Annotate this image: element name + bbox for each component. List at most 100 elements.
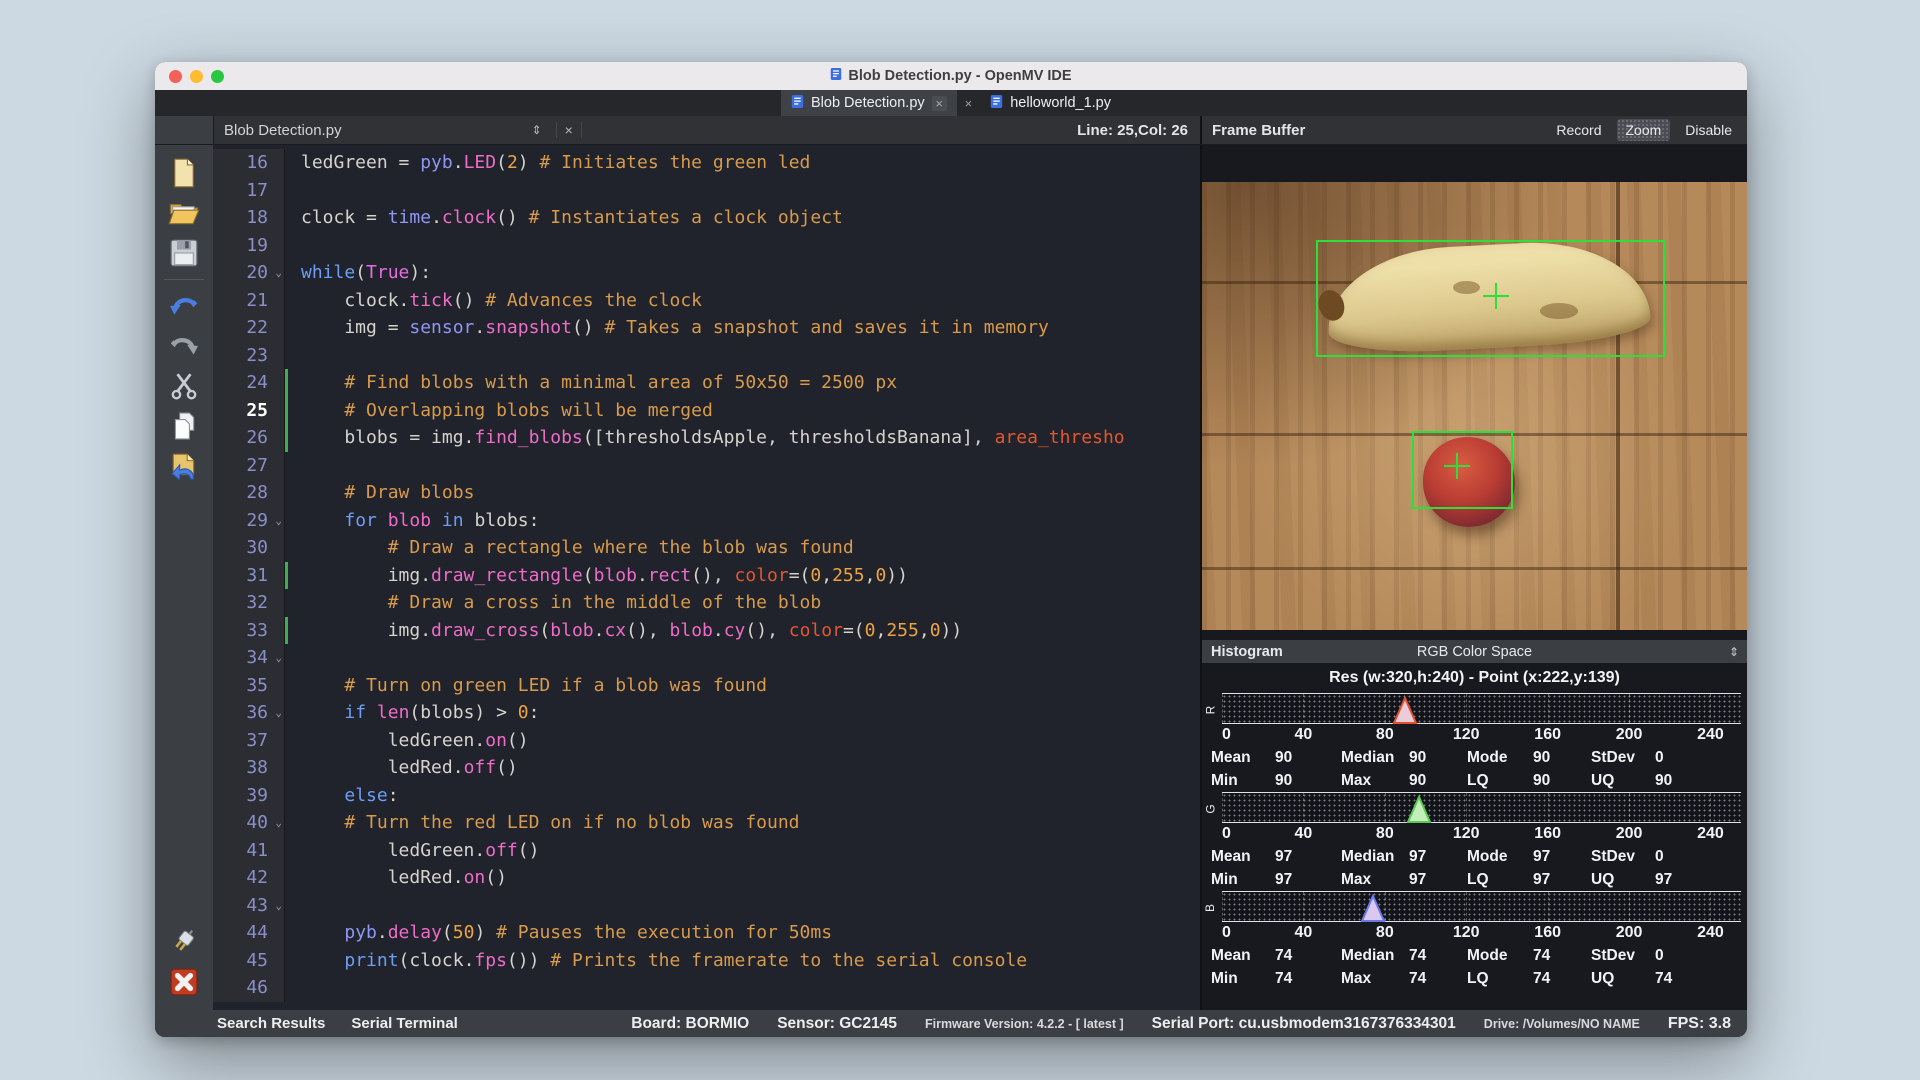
code-line-41[interactable]: 41 ledGreen.off() — [213, 837, 1200, 865]
channel-label: G — [1204, 804, 1218, 813]
statusbar-left: Search Results Serial Terminal — [217, 1015, 458, 1032]
code-line-36[interactable]: 36⌄ if len(blobs) > 0: — [213, 699, 1200, 727]
tab-close-icon[interactable]: × — [957, 90, 981, 116]
redo-icon[interactable] — [167, 329, 201, 363]
code-line-20[interactable]: 20⌄while(True): — [213, 259, 1200, 287]
code-line-19[interactable]: 19 — [213, 232, 1200, 260]
copy-icon[interactable] — [167, 409, 201, 443]
histogram-strip-r[interactable]: R — [1222, 693, 1741, 724]
fold-chevron-icon[interactable]: ⌄ — [275, 809, 282, 837]
disconnect-icon[interactable] — [167, 965, 201, 999]
code-text: clock = time.clock() # Instantiates a cl… — [288, 204, 1200, 232]
histogram-strip-b[interactable]: B — [1222, 891, 1741, 922]
fold-chevron-icon[interactable]: ⌄ — [275, 699, 282, 727]
record-button[interactable]: Record — [1547, 119, 1610, 141]
tab-blob-detection-py[interactable]: Blob Detection.py× — [781, 90, 957, 116]
code-line-22[interactable]: 22 img = sensor.snapshot() # Takes a sna… — [213, 314, 1200, 342]
stat-value: 90 — [1533, 749, 1591, 767]
stat-value: 90 — [1655, 772, 1747, 790]
code-line-46[interactable]: 46 — [213, 974, 1200, 1002]
code-editor[interactable]: 16ledGreen = pyb.LED(2) # Initiates the … — [213, 145, 1200, 1010]
fold-chevron-icon[interactable]: ⌄ — [275, 259, 282, 287]
code-line-33[interactable]: 33 img.draw_cross(blob.cx(), blob.cy(), … — [213, 617, 1200, 645]
code-text: clock.tick() # Advances the clock — [288, 287, 1200, 315]
code-line-45[interactable]: 45 print(clock.fps()) # Prints the frame… — [213, 947, 1200, 975]
gridline — [1629, 793, 1630, 822]
code-line-24[interactable]: 24 # Find blobs with a minimal area of 5… — [213, 369, 1200, 397]
histogram-marker-b[interactable] — [1360, 894, 1386, 922]
gridline — [1222, 793, 1223, 822]
code-line-17[interactable]: 17 — [213, 177, 1200, 205]
code-line-23[interactable]: 23 — [213, 342, 1200, 370]
code-line-37[interactable]: 37 ledGreen.on() — [213, 727, 1200, 755]
tab-helloworld_1-py[interactable]: helloworld_1.py — [980, 90, 1121, 116]
code-line-27[interactable]: 27 — [213, 452, 1200, 480]
code-line-32[interactable]: 32 # Draw a cross in the middle of the b… — [213, 589, 1200, 617]
code-line-26[interactable]: 26 blobs = img.find_blobs([thresholdsApp… — [213, 424, 1200, 452]
paste-icon[interactable] — [167, 449, 201, 483]
open-file-selector[interactable]: Blob Detection.py — [224, 122, 342, 139]
code-line-28[interactable]: 28 # Draw blobs — [213, 479, 1200, 507]
gridline — [1548, 892, 1549, 921]
code-text: # Turn the red LED on if no blob was fou… — [288, 809, 1200, 837]
tab-label: helloworld_1.py — [1010, 95, 1111, 111]
code-line-43[interactable]: 43⌄ — [213, 892, 1200, 920]
statusbar-right: Board: BORMIOSensor: GC2145Firmware Vers… — [631, 1015, 1731, 1033]
panel-header-row: Blob Detection.py ⇕ × Line: 25,Col: 26 F… — [155, 116, 1747, 145]
histogram-marker-g[interactable] — [1406, 795, 1432, 823]
serial-terminal-button[interactable]: Serial Terminal — [351, 1015, 457, 1032]
stat-value: 0 — [1655, 947, 1747, 965]
code-line-38[interactable]: 38 ledRed.off() — [213, 754, 1200, 782]
fold-chevron-icon[interactable]: ⌄ — [275, 507, 282, 535]
stats-row: Min97Max97LQ97UQ97 — [1202, 868, 1747, 891]
code-line-25[interactable]: 25 # Overlapping blobs will be merged — [213, 397, 1200, 425]
colorspace-selector[interactable]: RGB Color Space — [1202, 644, 1747, 660]
stat-value: 90 — [1275, 749, 1341, 767]
gridline — [1385, 694, 1386, 723]
fold-chevron-icon[interactable]: ⌄ — [275, 644, 282, 672]
fold-chevron-icon[interactable]: ⌄ — [275, 892, 282, 920]
code-line-44[interactable]: 44 pyb.delay(50) # Pauses the execution … — [213, 919, 1200, 947]
code-line-21[interactable]: 21 clock.tick() # Advances the clock — [213, 287, 1200, 315]
code-line-31[interactable]: 31 img.draw_rectangle(blob.rect(), color… — [213, 562, 1200, 590]
gridline — [1629, 892, 1630, 921]
code-line-29[interactable]: 29⌄ for blob in blobs: — [213, 507, 1200, 535]
file-selector-updown-icon[interactable]: ⇕ — [532, 123, 542, 137]
code-text — [288, 177, 1200, 205]
colorspace-updown-icon[interactable]: ⇕ — [1729, 645, 1739, 659]
stat-label: LQ — [1467, 772, 1533, 790]
stat-label: Min — [1211, 772, 1275, 790]
histogram-marker-r[interactable] — [1392, 696, 1418, 724]
code-line-39[interactable]: 39 else: — [213, 782, 1200, 810]
connect-plug-icon[interactable] — [167, 925, 201, 959]
code-line-35[interactable]: 35 # Turn on green LED if a blob was fou… — [213, 672, 1200, 700]
code-line-16[interactable]: 16ledGreen = pyb.LED(2) # Initiates the … — [213, 149, 1200, 177]
open-folder-icon[interactable] — [167, 196, 201, 230]
code-line-42[interactable]: 42 ledRed.on() — [213, 864, 1200, 892]
cut-icon[interactable] — [167, 369, 201, 403]
code-line-34[interactable]: 34⌄ — [213, 644, 1200, 672]
search-results-button[interactable]: Search Results — [217, 1015, 325, 1032]
code-line-40[interactable]: 40⌄ # Turn the red LED on if no blob was… — [213, 809, 1200, 837]
line-number: 38 — [213, 754, 285, 782]
frame-buffer-title: Frame Buffer — [1212, 122, 1305, 139]
close-file-button[interactable]: × — [556, 122, 582, 138]
new-file-icon[interactable] — [167, 156, 201, 190]
blob-cross-banana — [1483, 283, 1509, 309]
code-line-30[interactable]: 30 # Draw a rectangle where the blob was… — [213, 534, 1200, 562]
code-text: print(clock.fps()) # Prints the framerat… — [288, 947, 1200, 975]
zoom-button[interactable]: Zoom — [1617, 119, 1671, 141]
tab-close-icon[interactable]: × — [932, 96, 947, 111]
code-text: # Turn on green LED if a blob was found — [288, 672, 1200, 700]
save-icon[interactable] — [167, 236, 201, 270]
line-number: 33 — [213, 617, 285, 645]
undo-icon[interactable] — [167, 289, 201, 323]
line-number: 18 — [213, 204, 285, 232]
code-text: ledGreen.on() — [288, 727, 1200, 755]
histogram-strip-g[interactable]: G — [1222, 792, 1741, 823]
gridline — [1548, 694, 1549, 723]
disable-button[interactable]: Disable — [1676, 119, 1741, 141]
code-line-18[interactable]: 18clock = time.clock() # Instantiates a … — [213, 204, 1200, 232]
stat-value: 0 — [1655, 749, 1747, 767]
wood-seam — [1202, 567, 1747, 570]
